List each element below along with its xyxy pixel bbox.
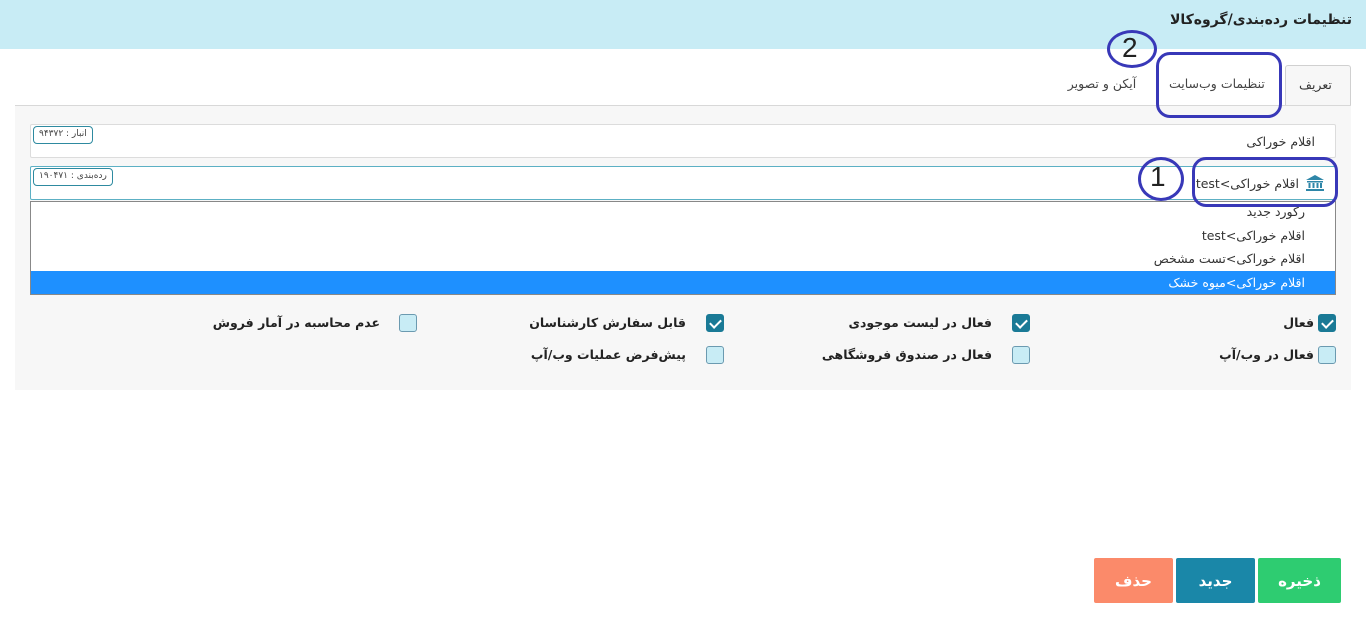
dropdown-item-new-record[interactable]: رکورد جدید — [31, 202, 1335, 223]
warehouse-field[interactable]: انبار : ۹۴۳۷۲ اقلام خوراکی — [30, 124, 1336, 158]
dropdown-item-dried-fruit[interactable]: اقلام خوراکی>میوه خشک — [31, 271, 1335, 294]
tab-definition[interactable]: تعریف — [1285, 65, 1351, 106]
page-header: تنظیمات رده‌بندی/گروه‌کالا — [0, 0, 1366, 49]
active-inventory-label: فعال در لیست موجودی — [848, 315, 993, 330]
category-badge: رده‌بندی : ۱۹۰۴۷۱ — [33, 168, 113, 186]
annotation-number-one: 1 — [1150, 161, 1166, 192]
delete-button[interactable]: حذف — [1094, 558, 1173, 603]
tab-icon-image-label: آیکن و تصویر — [1067, 76, 1137, 91]
dropdown-item-test[interactable]: اقلام خوراکی>test — [31, 224, 1335, 247]
expert-order-label: قابل سفارش کارشناسان — [529, 315, 686, 330]
active-label: فعال — [1283, 315, 1314, 330]
active-store-cash-label: فعال در صندوق فروشگاهی — [821, 347, 992, 362]
active-store-cash-checkbox[interactable] — [1012, 346, 1030, 364]
active-webapp-checkbox[interactable] — [1318, 346, 1336, 364]
dropdown-item-specific-test[interactable]: اقلام خوراکی>تست مشخص — [31, 247, 1335, 270]
tab-definition-label: تعریف — [1299, 77, 1332, 92]
warehouse-badge: انبار : ۹۴۳۷۲ — [33, 126, 93, 144]
tab-icon-image[interactable]: آیکن و تصویر — [1052, 65, 1152, 106]
active-webapp-label: فعال در وب/آپ — [1219, 347, 1314, 362]
exclude-sales-stats-checkbox[interactable] — [399, 314, 417, 332]
exclude-sales-stats-label: عدم محاسبه در آمار فروش — [212, 315, 380, 330]
save-button[interactable]: ذخیره — [1258, 558, 1341, 603]
active-inventory-checkbox[interactable] — [1012, 314, 1030, 332]
warehouse-value: اقلام خوراکی — [1246, 134, 1315, 149]
default-webapp-ops-checkbox[interactable] — [706, 346, 724, 364]
annotation-highlight-website-tab — [1156, 52, 1282, 118]
annotation-number-two: 2 — [1122, 32, 1138, 63]
page-title: تنظیمات رده‌بندی/گروه‌کالا — [1169, 12, 1352, 28]
expert-order-checkbox[interactable] — [706, 314, 724, 332]
category-dropdown: رکورد جدید اقلام خوراکی>test اقلام خوراک… — [30, 201, 1336, 295]
default-webapp-ops-label: پیش‌فرض عملیات وب/آپ — [530, 347, 686, 362]
annotation-highlight-category — [1192, 157, 1338, 207]
new-button[interactable]: جدید — [1176, 558, 1255, 603]
active-checkbox[interactable] — [1318, 314, 1336, 332]
